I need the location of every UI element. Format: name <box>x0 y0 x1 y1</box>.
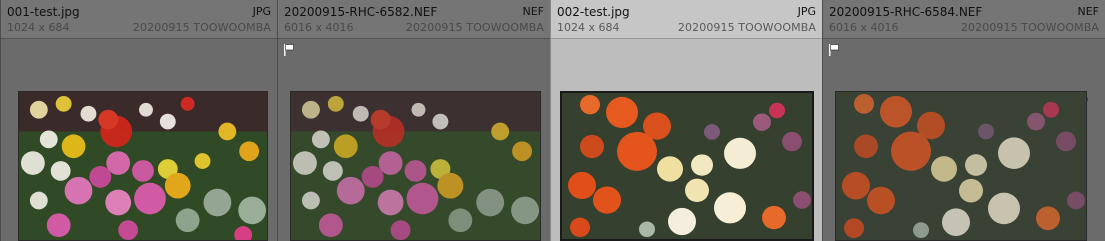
filmstrip-cell[interactable]: 20200915-RHC-6582.NEF NEF 6016 x 4016 20… <box>277 0 550 241</box>
cell-header: 20200915-RHC-6582.NEF NEF 6016 x 4016 20… <box>278 0 550 39</box>
pink-flower-garden-photo <box>19 92 267 240</box>
flag-icon[interactable] <box>829 44 839 56</box>
file-type: NEF <box>522 5 544 18</box>
image-dimensions: 1024 x 684 <box>557 21 620 34</box>
filmstrip-cell[interactable]: 001-test.jpg JPG 1024 x 684 20200915 TOO… <box>0 0 277 241</box>
filename: 002-test.jpg <box>557 5 630 19</box>
orange-ranunculus-photo <box>836 92 1086 240</box>
image-dimensions: 6016 x 4016 <box>829 21 899 34</box>
filename: 20200915-RHC-6582.NEF <box>284 5 438 19</box>
capture-metadata: 20200915 TOOWOOMBA <box>405 21 544 34</box>
cell-header: 20200915-RHC-6584.NEF NEF 6016 x 4016 20… <box>823 0 1105 39</box>
filename: 20200915-RHC-6584.NEF <box>829 5 983 19</box>
filmstrip-cell[interactable]: 20200915-RHC-6584.NEF NEF 6016 x 4016 20… <box>822 0 1105 241</box>
file-type: JPG <box>252 5 271 18</box>
filmstrip-cell-selected[interactable]: 002-test.jpg JPG 1024 x 684 20200915 TOO… <box>550 0 822 241</box>
capture-metadata: 20200915 TOOWOOMBA <box>132 21 271 34</box>
orange-ranunculus-photo <box>562 93 812 239</box>
image-dimensions: 1024 x 684 <box>7 21 70 34</box>
capture-metadata: 20200915 TOOWOOMBA <box>960 21 1099 34</box>
file-type: NEF <box>1077 5 1099 18</box>
thumbnail-image[interactable] <box>290 91 541 241</box>
cell-header: 001-test.jpg JPG 1024 x 684 20200915 TOO… <box>1 0 277 39</box>
pink-flower-garden-photo <box>291 92 540 240</box>
cell-header: 002-test.jpg JPG 1024 x 684 20200915 TOO… <box>551 0 822 39</box>
filename: 001-test.jpg <box>7 5 80 19</box>
thumbnail-image[interactable] <box>18 91 268 241</box>
file-type: JPG <box>797 5 816 18</box>
image-dimensions: 6016 x 4016 <box>284 21 354 34</box>
flag-icon[interactable] <box>284 44 294 56</box>
thumbnail-image[interactable] <box>560 91 814 241</box>
filmstrip: 001-test.jpg JPG 1024 x 684 20200915 TOO… <box>0 0 1105 241</box>
thumbnail-image[interactable] <box>835 91 1087 241</box>
capture-metadata: 20200915 TOOWOOMBA <box>677 21 816 34</box>
